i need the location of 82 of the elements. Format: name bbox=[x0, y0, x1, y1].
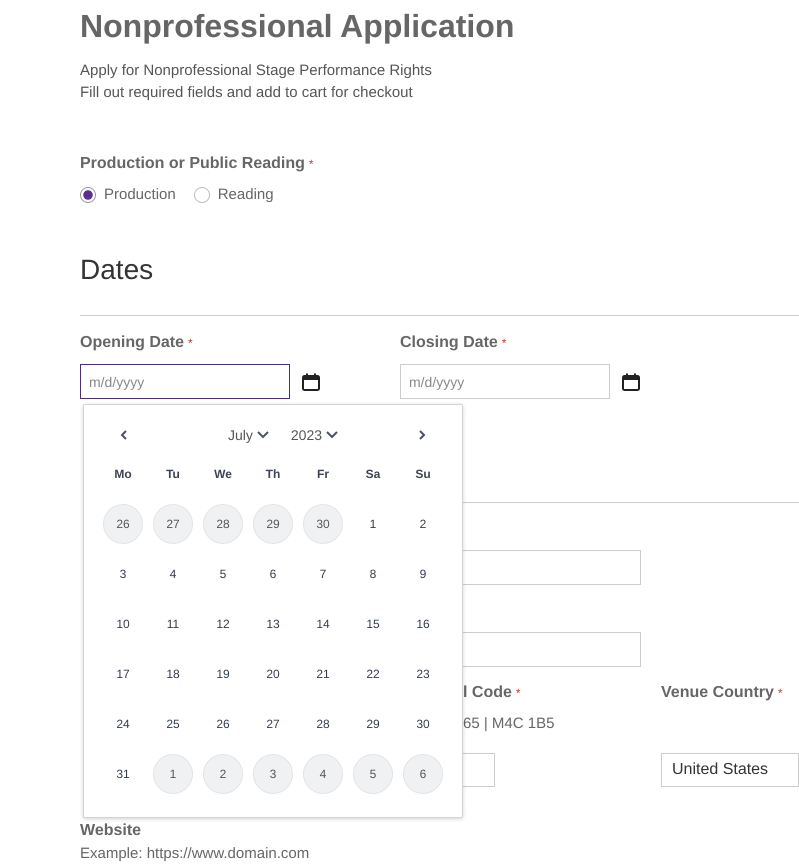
intro-text: Fill out required fields and add to cart for checkout bbox=[80, 83, 414, 103]
calendar-day[interactable]: 13 bbox=[253, 604, 293, 644]
calendar-day[interactable]: 28 bbox=[303, 704, 343, 744]
calendar-day[interactable]: 31 bbox=[103, 754, 143, 794]
calendar-day[interactable]: 3 bbox=[253, 754, 293, 794]
chevron-down-icon bbox=[326, 431, 338, 439]
calendar-day[interactable]: 12 bbox=[203, 604, 243, 644]
calendar-day[interactable]: 24 bbox=[103, 704, 143, 744]
weekday-label: Fr bbox=[317, 467, 329, 481]
calendar-day[interactable]: 18 bbox=[153, 654, 193, 694]
calendar-day[interactable]: 1 bbox=[153, 754, 193, 794]
calendar-day[interactable]: 28 bbox=[203, 504, 243, 544]
calendar-day[interactable]: 29 bbox=[253, 504, 293, 544]
calendar-day[interactable]: 27 bbox=[153, 504, 193, 544]
weekday-label: We bbox=[214, 467, 232, 481]
calendar-day[interactable]: 4 bbox=[303, 754, 343, 794]
example-text: 65 | M4C 1B5 bbox=[463, 714, 556, 734]
calendar-day[interactable]: 26 bbox=[203, 704, 243, 744]
field-label: Opening Date bbox=[80, 333, 184, 353]
calendar-day[interactable]: 14 bbox=[303, 604, 343, 644]
calendar-day[interactable]: 25 bbox=[153, 704, 193, 744]
country-select[interactable]: United States bbox=[661, 753, 799, 787]
field-label: Website bbox=[80, 823, 142, 839]
calendar-day[interactable]: 6 bbox=[403, 754, 443, 794]
section-heading: Dates bbox=[80, 253, 154, 287]
required-mark: * bbox=[188, 335, 193, 352]
weekday-label: Mo bbox=[114, 467, 132, 481]
calendar-day[interactable]: 20 bbox=[253, 654, 293, 694]
required-mark: * bbox=[308, 156, 314, 173]
calendar-day[interactable]: 30 bbox=[403, 704, 443, 744]
weekday-label: Sa bbox=[366, 467, 380, 481]
field-label: Venue Country bbox=[661, 683, 774, 703]
radio-option[interactable]: Production bbox=[80, 185, 176, 205]
calendar-day[interactable]: 2 bbox=[203, 754, 243, 794]
field-label: Production or Public Reading bbox=[80, 154, 305, 174]
month-select[interactable]: July bbox=[228, 427, 269, 443]
calendar-day[interactable]: 7 bbox=[303, 554, 343, 594]
calendar-day[interactable]: 23 bbox=[403, 654, 443, 694]
calendar-day[interactable]: 19 bbox=[203, 654, 243, 694]
calendar-day[interactable]: 16 bbox=[403, 604, 443, 644]
required-mark: * bbox=[502, 335, 506, 352]
calendar-day[interactable]: 3 bbox=[103, 554, 143, 594]
required-mark: * bbox=[516, 685, 521, 702]
intro-text: Apply for Nonprofessional Stage Performance Rights bbox=[80, 61, 433, 81]
date-input[interactable]: m/d/yyyy bbox=[80, 364, 290, 399]
calendar-day[interactable]: 4 bbox=[153, 554, 193, 594]
example-text: Example: https://www.domain.com bbox=[80, 844, 310, 864]
weekday-label: Th bbox=[266, 467, 280, 481]
calendar-day[interactable]: 9 bbox=[403, 554, 443, 594]
text-input[interactable] bbox=[463, 632, 641, 667]
previous-icon[interactable] bbox=[119, 430, 129, 440]
text-input[interactable] bbox=[463, 550, 641, 585]
calendar-icon[interactable] bbox=[302, 372, 320, 390]
calendar-day[interactable]: 6 bbox=[253, 554, 293, 594]
weekday-label: Tu bbox=[166, 467, 180, 481]
year-select[interactable]: 2023 bbox=[290, 427, 338, 443]
calendar-day[interactable]: 8 bbox=[353, 554, 393, 594]
field-label: Closing Date bbox=[400, 333, 498, 353]
required-mark: * bbox=[778, 685, 783, 702]
radio-option[interactable]: Reading bbox=[194, 185, 274, 205]
calendar-day[interactable]: 1 bbox=[353, 504, 393, 544]
calendar-day[interactable]: 17 bbox=[103, 654, 143, 694]
calendar-day[interactable]: 22 bbox=[353, 654, 393, 694]
calendar-icon[interactable] bbox=[622, 372, 640, 390]
calendar-day[interactable]: 30 bbox=[303, 504, 343, 544]
calendar-day[interactable]: 26 bbox=[103, 504, 143, 544]
calendar-day[interactable]: 29 bbox=[353, 704, 393, 744]
calendar-day[interactable]: 11 bbox=[153, 604, 193, 644]
weekday-label: Su bbox=[415, 467, 431, 481]
field-label: l Code bbox=[463, 683, 512, 703]
radio-icon[interactable] bbox=[194, 187, 210, 203]
calendar-day[interactable]: 5 bbox=[203, 554, 243, 594]
calendar-day[interactable]: 10 bbox=[103, 604, 143, 644]
calendar-day[interactable]: 21 bbox=[303, 654, 343, 694]
calendar-day[interactable]: 2 bbox=[403, 504, 443, 544]
calendar-day[interactable]: 5 bbox=[353, 754, 393, 794]
calendar-day[interactable]: 15 bbox=[353, 604, 393, 644]
chevron-down-icon bbox=[256, 431, 269, 439]
radio-icon[interactable] bbox=[80, 187, 96, 203]
calendar-day[interactable]: 27 bbox=[253, 704, 293, 744]
page-title: Nonprofessional Application bbox=[80, 8, 516, 44]
next-icon[interactable] bbox=[417, 430, 427, 440]
